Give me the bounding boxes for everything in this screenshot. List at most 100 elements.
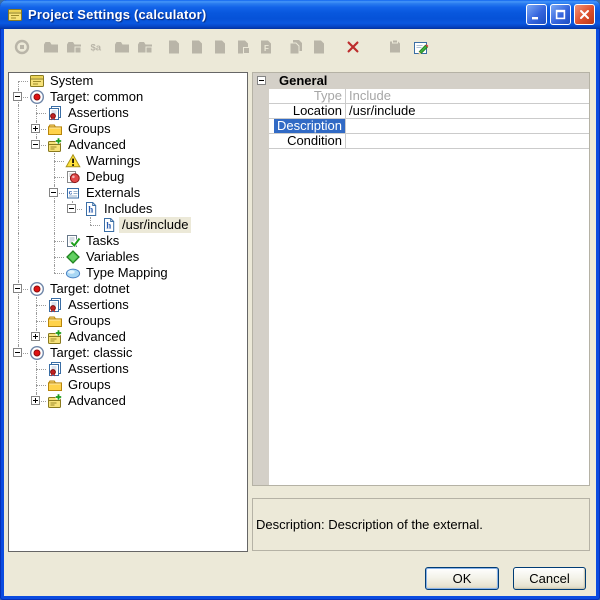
debug-icon bbox=[65, 169, 81, 185]
type-mapping-icon bbox=[65, 265, 81, 281]
toolbar-target-circle-icon bbox=[14, 39, 31, 56]
grid-gutter bbox=[253, 73, 269, 485]
tree-item-label: Groups bbox=[65, 313, 114, 329]
collapse-icon[interactable] bbox=[13, 284, 22, 293]
tree-item-label: Type Mapping bbox=[83, 265, 171, 281]
svg-text:c: c bbox=[69, 189, 73, 196]
tree-item-target-classic[interactable]: Target: classic bbox=[9, 345, 247, 361]
property-value[interactable]: Include bbox=[346, 89, 589, 103]
collapse-icon[interactable] bbox=[13, 348, 22, 357]
toolbar-delete-x-icon[interactable] bbox=[345, 39, 362, 56]
target-icon bbox=[29, 281, 45, 297]
tree-item-advanced[interactable]: Advanced bbox=[9, 393, 247, 409]
tree-item-warnings[interactable]: Warnings bbox=[9, 153, 247, 169]
tree-item-label: Groups bbox=[65, 121, 114, 137]
property-value[interactable] bbox=[346, 119, 589, 133]
include-h-icon: h bbox=[101, 217, 117, 233]
svg-text:$a: $a bbox=[91, 43, 102, 54]
maximize-button[interactable] bbox=[550, 4, 571, 25]
expand-icon[interactable] bbox=[31, 332, 40, 341]
property-row-location[interactable]: Location/usr/include bbox=[269, 104, 589, 119]
tree-item-includes[interactable]: h Includes bbox=[9, 201, 247, 217]
tree-item-advanced[interactable]: Advanced bbox=[9, 329, 247, 345]
collapse-icon[interactable] bbox=[13, 92, 22, 101]
titlebar[interactable]: Project Settings (calculator) bbox=[0, 0, 600, 29]
toolbar-folder-icon bbox=[43, 39, 60, 56]
tree-item-groups[interactable]: Groups bbox=[9, 313, 247, 329]
general-section-header[interactable]: General bbox=[253, 73, 589, 89]
tree-item-system[interactable]: System bbox=[9, 73, 247, 89]
ok-button[interactable]: OK bbox=[425, 567, 499, 590]
window-controls bbox=[526, 4, 595, 25]
cancel-button[interactable]: Cancel bbox=[513, 567, 586, 590]
toolbar-pages-icon bbox=[288, 39, 305, 56]
tree-item-target-dotnet[interactable]: Target: dotnet bbox=[9, 281, 247, 297]
toolbar-page-icon bbox=[311, 39, 328, 56]
svg-text:h: h bbox=[88, 205, 93, 215]
tree-item-debug[interactable]: Debug bbox=[9, 169, 247, 185]
property-grid[interactable]: General TypeIncludeLocation/usr/includeD… bbox=[252, 72, 590, 486]
tree-item-externals[interactable]: c Externals bbox=[9, 185, 247, 201]
property-row-description[interactable]: Description bbox=[269, 119, 589, 134]
tree-item-label: Warnings bbox=[83, 153, 143, 169]
tree-item-label: Includes bbox=[101, 201, 155, 217]
variable-icon bbox=[65, 249, 81, 265]
collapse-icon[interactable] bbox=[31, 140, 40, 149]
tree-item-type-mapping[interactable]: Type Mapping bbox=[9, 265, 247, 281]
expand-icon[interactable] bbox=[31, 396, 40, 405]
svg-text:h: h bbox=[106, 221, 111, 231]
property-label[interactable]: Location bbox=[269, 104, 346, 118]
property-row-type[interactable]: TypeInclude bbox=[269, 89, 589, 104]
folder-plus-icon bbox=[47, 393, 63, 409]
tree-item-advanced[interactable]: Advanced bbox=[9, 137, 247, 153]
tree-item-label: Advanced bbox=[65, 137, 129, 153]
assertions-icon bbox=[47, 105, 63, 121]
toolbar-page-icon bbox=[212, 39, 229, 56]
tree-item-groups[interactable]: Groups bbox=[9, 377, 247, 393]
tree-item-label: Variables bbox=[83, 249, 142, 265]
property-value[interactable]: /usr/include bbox=[346, 104, 589, 118]
tree-item-label: Assertions bbox=[65, 297, 132, 313]
tree-item-label: Externals bbox=[83, 185, 143, 201]
folder-icon bbox=[47, 377, 63, 393]
tree-item-groups[interactable]: Groups bbox=[9, 121, 247, 137]
toolbar-folder-badge-icon bbox=[66, 39, 83, 56]
property-label[interactable]: Condition bbox=[269, 134, 346, 148]
tree-item-variables[interactable]: Variables bbox=[9, 249, 247, 265]
minimize-button[interactable] bbox=[526, 4, 547, 25]
tree-item-label: Groups bbox=[65, 377, 114, 393]
form-icon bbox=[29, 73, 45, 89]
tree-item-tasks[interactable]: Tasks bbox=[9, 233, 247, 249]
tree-item-assertions[interactable]: Assertions bbox=[9, 297, 247, 313]
collapse-icon[interactable] bbox=[257, 76, 266, 85]
property-value[interactable] bbox=[346, 134, 589, 148]
tree-item-usr-include[interactable]: h/usr/include bbox=[9, 217, 247, 233]
folder-plus-icon bbox=[47, 137, 63, 153]
project-settings-window: Project Settings (calculator) $a F System… bbox=[0, 0, 600, 600]
collapse-icon[interactable] bbox=[49, 188, 58, 197]
close-button[interactable] bbox=[574, 4, 595, 25]
tree-item-label: Assertions bbox=[65, 361, 132, 377]
toolbar-page-f-icon: F bbox=[258, 39, 275, 56]
tree-item-label: Advanced bbox=[65, 329, 129, 345]
toolbar-page-icon bbox=[189, 39, 206, 56]
property-label[interactable]: Description bbox=[269, 119, 346, 133]
toolbar-page-badge-icon bbox=[235, 39, 252, 56]
target-icon bbox=[29, 89, 45, 105]
expand-icon[interactable] bbox=[31, 124, 40, 133]
tree-item-target-common[interactable]: Target: common bbox=[9, 89, 247, 105]
tasks-icon bbox=[65, 233, 81, 249]
toolbar-folder-badge-icon bbox=[137, 39, 154, 56]
tree-item-assertions[interactable]: Assertions bbox=[9, 361, 247, 377]
tree-item-label: Assertions bbox=[65, 105, 132, 121]
collapse-icon[interactable] bbox=[67, 204, 76, 213]
assertions-icon bbox=[47, 297, 63, 313]
tree-item-assertions[interactable]: Assertions bbox=[9, 105, 247, 121]
property-row-condition[interactable]: Condition bbox=[269, 134, 589, 149]
property-label[interactable]: Type bbox=[269, 89, 346, 103]
folder-icon bbox=[47, 121, 63, 137]
warning-icon bbox=[65, 153, 81, 169]
tree-item-label: Advanced bbox=[65, 393, 129, 409]
toolbar-edit-icon[interactable] bbox=[413, 39, 430, 56]
settings-tree[interactable]: SystemTarget: commonAssertionsGroupsAdva… bbox=[8, 72, 248, 552]
